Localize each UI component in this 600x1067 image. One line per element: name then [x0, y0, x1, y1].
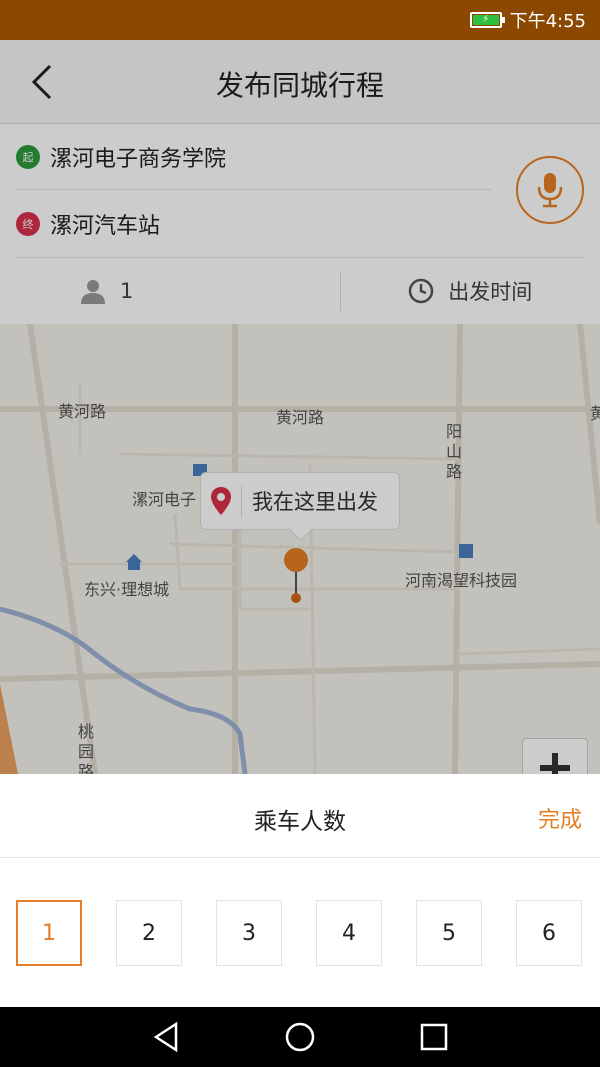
passenger-count-options: 1 2 3 4 5 6 — [16, 900, 584, 966]
back-triangle-icon — [153, 1021, 178, 1053]
count-option-5[interactable]: 5 — [416, 900, 482, 966]
status-bar: ⚡ 下午4:55 — [0, 0, 600, 40]
passenger-picker-sheet: 乘车人数 完成 1 2 3 4 5 6 — [0, 774, 600, 1007]
modal-overlay[interactable] — [0, 40, 600, 774]
status-time: 下午4:55 — [509, 11, 586, 32]
sheet-header: 乘车人数 完成 — [0, 774, 600, 858]
nav-back-button[interactable] — [150, 1021, 184, 1053]
count-option-1[interactable]: 1 — [16, 900, 82, 966]
nav-recents-button[interactable] — [416, 1021, 450, 1053]
recents-square-icon — [420, 1023, 448, 1051]
count-option-4[interactable]: 4 — [316, 900, 382, 966]
count-option-6[interactable]: 6 — [516, 900, 582, 966]
sheet-title: 乘车人数 — [254, 809, 346, 835]
count-option-2[interactable]: 2 — [116, 900, 182, 966]
system-nav-bar — [0, 1007, 600, 1067]
count-option-3[interactable]: 3 — [216, 900, 282, 966]
home-circle-icon — [285, 1022, 315, 1052]
nav-home-button[interactable] — [283, 1021, 317, 1053]
done-button[interactable]: 完成 — [538, 802, 582, 834]
battery-icon: ⚡ — [469, 12, 505, 28]
